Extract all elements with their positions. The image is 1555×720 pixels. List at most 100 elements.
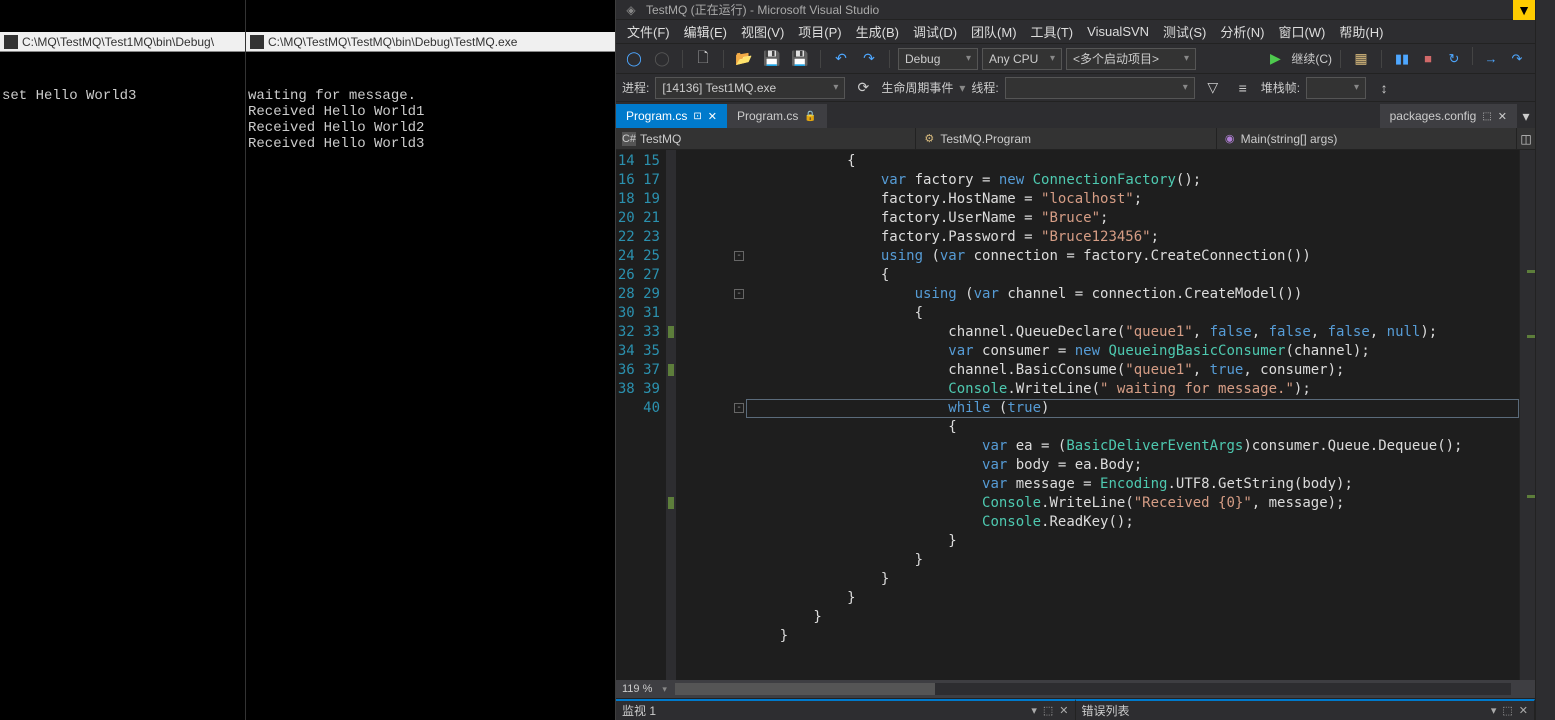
stackframe-btn[interactable]: ↕: [1372, 76, 1396, 100]
code-editor[interactable]: 14 15 16 17 18 19 20 21 22 23 24 25 26 2…: [616, 150, 1535, 680]
menu-debug[interactable]: 调试(D): [907, 20, 963, 43]
vs-logo-icon: ◈: [616, 0, 646, 19]
standard-toolbar: ◯ ◯ 🗋 📂 💾 💾 ↶ ↷ Debug▾ Any CPU▾ <多个启动项目>…: [616, 44, 1535, 74]
close-icon[interactable]: ✕: [1498, 110, 1507, 123]
menu-project[interactable]: 项目(P): [792, 20, 847, 43]
step-over-button[interactable]: ↷: [1505, 47, 1529, 71]
console-2-titlebar[interactable]: C:\MQ\TestMQ\TestMQ\bin\Debug\TestMQ.exe: [246, 32, 615, 52]
visual-studio-window: ◈ TestMQ (正在运行) - Microsoft Visual Studi…: [616, 0, 1535, 720]
close-icon[interactable]: ✕: [1059, 704, 1068, 717]
process-dropdown[interactable]: [14136] Test1MQ.exe▾: [655, 77, 845, 99]
menu-view[interactable]: 视图(V): [735, 20, 790, 43]
separator: [820, 50, 821, 68]
tab-programcs-active[interactable]: Program.cs ⊡ ✕: [616, 104, 727, 128]
editor-tabs: Program.cs ⊡ ✕ Program.cs 🔒 packages.con…: [616, 102, 1535, 128]
vs-window-title: TestMQ (正在运行) - Microsoft Visual Studio: [646, 1, 879, 18]
method-icon: ◉: [1223, 132, 1237, 146]
separator: [682, 50, 683, 68]
open-button[interactable]: 📂: [732, 47, 756, 71]
pin-icon[interactable]: ⊡: [693, 111, 701, 122]
tab-label: Program.cs: [737, 109, 798, 123]
forward-button[interactable]: ◯: [650, 47, 674, 71]
close-icon[interactable]: ✕: [1519, 704, 1528, 717]
stackframe-dropdown[interactable]: ▾: [1306, 77, 1366, 99]
pause-button[interactable]: ▮▮: [1390, 47, 1414, 71]
tab-packages-config[interactable]: packages.config ⬚ ✕: [1380, 104, 1517, 128]
console-window-1: C:\MQ\TestMQ\Test1MQ\bin\Debug\ set Hell…: [0, 0, 246, 720]
console-1-title: C:\MQ\TestMQ\Test1MQ\bin\Debug\: [22, 35, 214, 49]
pin-icon[interactable]: ⬚: [1502, 704, 1512, 717]
code-navigation-bar: C#TestMQ ⚙TestMQ.Program ◉Main(string[] …: [616, 128, 1535, 150]
pin-icon[interactable]: ⬚: [1043, 704, 1053, 717]
menu-test[interactable]: 测试(S): [1157, 20, 1212, 43]
nav-method-dropdown[interactable]: ◉Main(string[] args): [1217, 128, 1517, 149]
undo-button[interactable]: ↶: [829, 47, 853, 71]
vs-menubar: 文件(F) 编辑(E) 视图(V) 项目(P) 生成(B) 调试(D) 团队(M…: [616, 20, 1535, 44]
scroll-thumb[interactable]: [675, 683, 935, 695]
debug-location-toolbar: 进程: [14136] Test1MQ.exe▾ ⟳ 生命周期事件 ▾ 线程: …: [616, 74, 1535, 102]
tab-label: Program.cs: [626, 109, 687, 123]
lifecycle-label: 生命周期事件: [881, 79, 953, 96]
lock-icon: 🔒: [804, 111, 816, 122]
thread-dropdown[interactable]: ▾: [1005, 77, 1195, 99]
save-button[interactable]: 💾: [760, 47, 784, 71]
continue-button[interactable]: ▶: [1263, 47, 1287, 71]
solution-platform-dropdown[interactable]: Any CPU▾: [982, 48, 1062, 70]
split-icon[interactable]: ◫: [1517, 128, 1535, 149]
nav-project-dropdown[interactable]: C#TestMQ: [616, 128, 916, 149]
nav-class-dropdown[interactable]: ⚙TestMQ.Program: [916, 128, 1216, 149]
menu-window[interactable]: 窗口(W): [1272, 20, 1331, 43]
solution-config-dropdown[interactable]: Debug▾: [898, 48, 978, 70]
tab-programcs-2[interactable]: Program.cs 🔒: [727, 104, 827, 128]
overview-ruler[interactable]: [1519, 150, 1535, 680]
watch-panel-header[interactable]: 监视 1 ▾⬚✕: [616, 699, 1076, 720]
notifications-icon[interactable]: ▼: [1513, 0, 1535, 20]
line-number-gutter: 14 15 16 17 18 19 20 21 22 23 24 25 26 2…: [616, 150, 666, 680]
zoom-level[interactable]: 119 %: [616, 683, 662, 695]
menu-analyze[interactable]: 分析(N): [1214, 20, 1270, 43]
horizontal-scrollbar[interactable]: 119 % ▾: [616, 680, 1535, 698]
change-marks: [666, 150, 676, 680]
scroll-track[interactable]: [675, 683, 1511, 695]
threads-icon[interactable]: ≡: [1231, 76, 1255, 100]
separator: [889, 50, 890, 68]
menu-build[interactable]: 生成(B): [850, 20, 905, 43]
code-area[interactable]: { var factory = new ConnectionFactory();…: [746, 150, 1519, 680]
filter-icon[interactable]: ▽: [1201, 76, 1225, 100]
back-button[interactable]: ◯: [622, 47, 646, 71]
console-window-2: C:\MQ\TestMQ\TestMQ\bin\Debug\TestMQ.exe…: [246, 0, 616, 720]
menu-file[interactable]: 文件(F): [621, 20, 676, 43]
startup-project-dropdown[interactable]: <多个启动项目>▾: [1066, 48, 1196, 70]
menu-team[interactable]: 团队(M): [965, 20, 1023, 43]
stop-button[interactable]: ■: [1416, 47, 1440, 71]
close-icon[interactable]: ✕: [708, 110, 717, 123]
save-all-button[interactable]: 💾: [788, 47, 812, 71]
vs-titlebar[interactable]: ◈ TestMQ (正在运行) - Microsoft Visual Studi…: [616, 0, 1535, 20]
menu-tools[interactable]: 工具(T): [1025, 20, 1080, 43]
console-1-titlebar[interactable]: C:\MQ\TestMQ\Test1MQ\bin\Debug\: [0, 32, 245, 52]
menu-edit[interactable]: 编辑(E): [678, 20, 733, 43]
lifecycle-icon[interactable]: ⟳: [851, 76, 875, 100]
new-button[interactable]: 🗋: [691, 47, 715, 71]
debug-controls: ▮▮ ■ ↻ → ↷: [1390, 47, 1529, 71]
error-list-panel-header[interactable]: 错误列表 ▾ ⬚ ✕: [1076, 699, 1536, 720]
error-list-title: 错误列表: [1082, 702, 1130, 719]
dropdown-icon[interactable]: ▾: [1491, 704, 1497, 717]
continue-label[interactable]: 继续(C): [1291, 50, 1332, 67]
console-2-title: C:\MQ\TestMQ\TestMQ\bin\Debug\TestMQ.exe: [268, 35, 517, 49]
tab-dropdown-icon[interactable]: ▾: [1517, 104, 1535, 128]
step-into-button[interactable]: →: [1479, 47, 1503, 71]
dropdown-icon[interactable]: ▾: [1031, 704, 1037, 717]
collapsed-right-panel[interactable]: [1535, 0, 1555, 720]
bottom-panels: 监视 1 ▾⬚✕ 错误列表 ▾⬚✕: [616, 698, 1535, 720]
restart-button[interactable]: ↻: [1442, 47, 1466, 71]
menu-visualsvn[interactable]: VisualSVN: [1081, 22, 1155, 41]
class-icon: ⚙: [922, 132, 936, 146]
tab-label: packages.config: [1390, 109, 1477, 123]
menu-help[interactable]: 帮助(H): [1333, 20, 1389, 43]
console-2-output: waiting for message. Received Hello Worl…: [248, 88, 615, 152]
pin-icon[interactable]: ⬚: [1482, 111, 1491, 122]
stackframe-label: 堆栈帧:: [1261, 79, 1300, 96]
redo-button[interactable]: ↷: [857, 47, 881, 71]
tool-button[interactable]: ▦: [1349, 47, 1373, 71]
